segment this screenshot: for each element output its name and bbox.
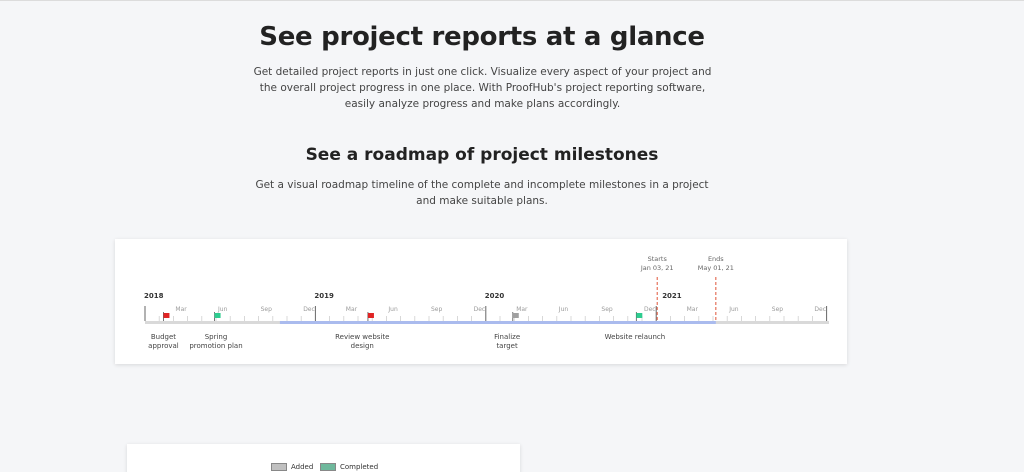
month-label: Mar xyxy=(346,306,358,313)
page-title: See project reports at a glance xyxy=(259,22,705,52)
month-label: Dec xyxy=(303,306,315,313)
milestone-label: Budget xyxy=(151,333,176,341)
legend-added-swatch xyxy=(271,463,287,471)
milestone-label-line2: promotion plan xyxy=(189,342,242,350)
milestone-label: Review website xyxy=(335,333,389,341)
month-label: Jun xyxy=(728,306,739,313)
milestone-label: Spring xyxy=(205,333,228,341)
section-title: See a roadmap of project milestones xyxy=(305,145,659,165)
page-description: Get detailed project reports in just one… xyxy=(253,66,712,110)
progress-bar xyxy=(279,321,716,324)
legend-completed: Completed xyxy=(320,463,378,471)
start-date: Jan 03, 21 xyxy=(640,264,674,272)
month-label: Sep xyxy=(431,306,443,313)
month-label: Sep xyxy=(261,306,273,313)
month-label: Dec xyxy=(814,306,826,313)
milestone-label: Finalize xyxy=(494,333,520,341)
year-label: 2020 xyxy=(485,292,505,300)
roadmap-timeline: 2018 2019 2020 2021 Mar Jun Sep Dec Mar Jun Sep Dec… xyxy=(144,255,829,350)
milestone-label-line2: design xyxy=(351,342,374,350)
month-label: Sep xyxy=(601,306,613,313)
month-label: Dec xyxy=(474,306,486,313)
month-label: Mar xyxy=(516,306,528,313)
legend-completed-swatch xyxy=(320,463,336,471)
legend-completed-label: Completed xyxy=(340,463,379,471)
year-label: 2019 xyxy=(314,292,334,300)
month-label: Jun xyxy=(217,306,228,313)
month-label: Mar xyxy=(687,306,699,313)
milestone-label-line2: target xyxy=(496,342,518,350)
milestone-flag-icon xyxy=(367,313,374,318)
milestone-flag-icon xyxy=(163,313,170,318)
end-label: Ends xyxy=(708,255,724,263)
roadmap-card: 2018 2019 2020 2021 Mar Jun Sep Dec Mar Jun Sep Dec… xyxy=(115,239,847,364)
section-description: Get a visual roadmap timeline of the com… xyxy=(255,179,709,207)
end-date: May 01, 21 xyxy=(698,264,734,272)
milestone-label: Website relaunch xyxy=(605,333,666,341)
top-divider xyxy=(0,0,1024,1)
month-label: Dec xyxy=(644,306,656,313)
report-chart-card: Added Completed xyxy=(127,444,520,472)
year-label: 2018 xyxy=(144,292,164,300)
milestone-label-line2: approval xyxy=(148,342,179,350)
month-label: Jun xyxy=(558,306,569,313)
year-label: 2021 xyxy=(662,292,682,300)
start-label: Starts xyxy=(648,255,668,263)
legend-added: Added xyxy=(271,463,313,471)
milestone-flag-icon xyxy=(636,313,643,318)
month-label: Jun xyxy=(387,306,398,313)
month-label: Mar xyxy=(175,306,187,313)
legend-added-label: Added xyxy=(291,463,314,471)
milestone-flag-icon xyxy=(214,313,221,318)
month-label: Sep xyxy=(772,306,784,313)
milestone-flag-icon xyxy=(512,313,519,318)
